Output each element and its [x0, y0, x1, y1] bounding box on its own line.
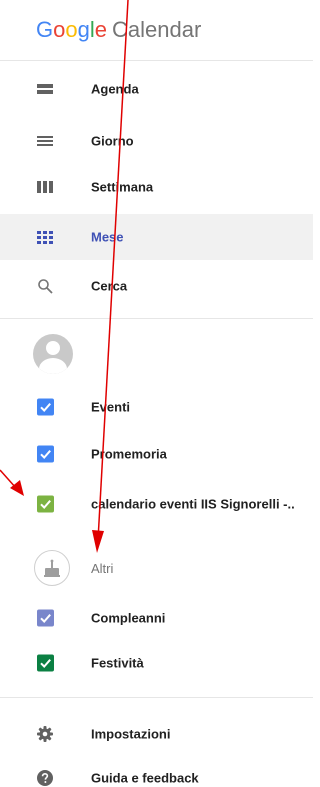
nav-item-giorno[interactable]: Giorno	[0, 118, 313, 164]
nav-label-settimana: Settimana	[91, 179, 154, 195]
festivita-checkbox-fill	[37, 654, 54, 672]
menu-item-guida[interactable]: Guida e feedback	[0, 755, 313, 787]
iis-signorelli-checkbox-fill	[37, 495, 54, 513]
eventi-checkbox-fill	[37, 398, 54, 416]
calendar-label-promemoria: Promemoria	[91, 446, 167, 462]
calendar-item-compleanni[interactable]: Compleanni	[0, 595, 313, 641]
nav-item-cerca[interactable]: Cerca	[0, 263, 313, 309]
nav-item-agenda[interactable]: Agenda	[0, 66, 313, 112]
compleanni-checkbox[interactable]	[37, 609, 54, 627]
agenda-icon	[37, 84, 53, 94]
logo-letter-g: G	[36, 17, 54, 42]
calendar-label-festivita: Festività	[91, 655, 144, 671]
calendar-item-eventi[interactable]: Eventi	[0, 384, 313, 430]
nav-label-agenda: Agenda	[91, 81, 139, 97]
account-avatar[interactable]	[33, 334, 73, 374]
nav-label-cerca: Cerca	[91, 278, 128, 294]
calendar-item-iis-signorelli[interactable]: calendario eventi IIS Signorelli -..	[0, 481, 313, 527]
calendar-label-compleanni: Compleanni	[91, 610, 166, 626]
logo-calendar-text: Calendar	[112, 17, 202, 42]
logo-letter-o1: o	[53, 17, 66, 42]
week-icon	[37, 181, 53, 193]
annotation-arrowhead	[92, 530, 104, 553]
menu-label-guida: Guida e feedback	[91, 770, 199, 786]
google-calendar-logo: Google Calendar	[36, 17, 201, 43]
calendar-item-festivita[interactable]: Festività	[0, 640, 313, 686]
menu-item-impostazioni[interactable]: Impostazioni	[0, 711, 313, 757]
divider-footer	[0, 697, 313, 698]
nav-label-giorno: Giorno	[91, 133, 134, 149]
logo-letter-o2: o	[65, 17, 78, 42]
nav-item-settimana[interactable]: Settimana	[0, 164, 313, 210]
logo-letter-g2: g	[77, 17, 90, 42]
iis-signorelli-checkbox[interactable]	[37, 495, 54, 513]
calendar-item-promemoria[interactable]: Promemoria	[0, 431, 313, 477]
altri-label: Altri	[91, 561, 114, 576]
menu-label-impostazioni: Impostazioni	[91, 726, 171, 742]
avatar-head	[46, 341, 60, 355]
nav-label-mese: Mese	[91, 229, 124, 245]
month-icon	[37, 231, 53, 244]
calendar-label-iis-signorelli: calendario eventi IIS Signorelli -..	[91, 496, 295, 512]
gear-icon	[37, 726, 53, 742]
logo-letter-e: e	[94, 17, 108, 42]
help-icon	[37, 770, 53, 786]
compleanni-checkbox-fill	[37, 609, 54, 627]
search-icon	[38, 279, 53, 294]
altri-cake-icon[interactable]	[34, 550, 70, 586]
divider-header	[0, 60, 313, 61]
promemoria-checkbox-fill	[37, 445, 54, 463]
avatar-body	[39, 358, 67, 374]
nav-item-mese[interactable]: Mese	[0, 214, 313, 260]
promemoria-checkbox[interactable]	[37, 445, 54, 463]
festivita-checkbox[interactable]	[37, 654, 54, 672]
calendar-label-eventi: Eventi	[91, 399, 131, 415]
day-icon	[37, 136, 53, 146]
eventi-checkbox[interactable]	[37, 398, 54, 416]
app-header: Google Calendar	[0, 0, 313, 60]
divider-views	[0, 318, 313, 319]
